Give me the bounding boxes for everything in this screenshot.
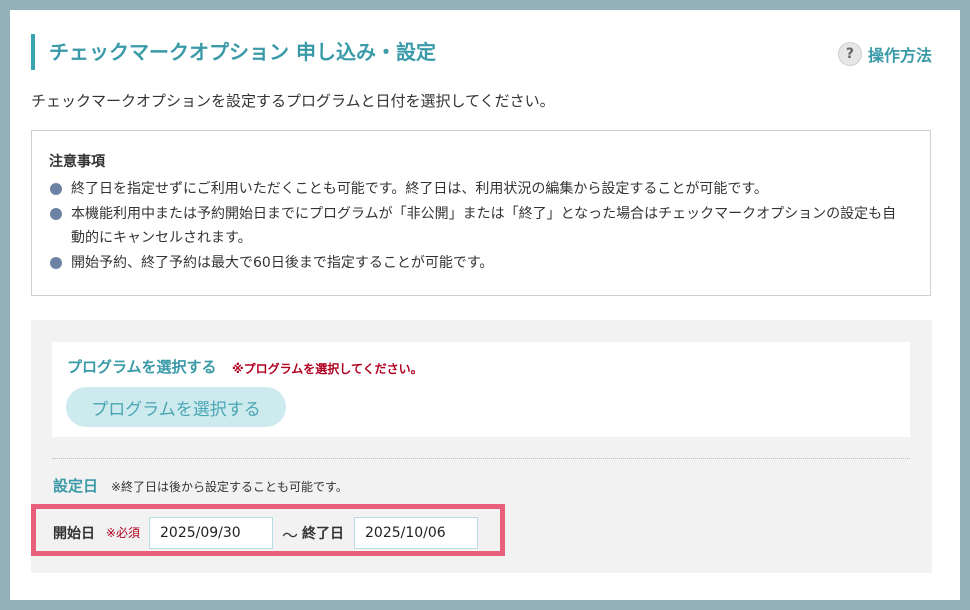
date-section-note: ※終了日は後から設定することも可能です。 [111, 480, 348, 494]
main-panel: チェックマークオプション 申し込み・設定 ? 操作方法 チェックマークオプション… [10, 10, 960, 600]
notice-item-text: 開始予約、終了予約は最大で60日後まで指定することが可能です。 [71, 255, 494, 271]
page-description: チェックマークオプションを設定するプログラムと日付を選択してください。 [31, 92, 555, 110]
program-section: プログラムを選択する ※プログラムを選択してください。 プログラムを選択する [52, 342, 910, 437]
end-date-label: 終了日 [302, 526, 344, 542]
settings-area: プログラムを選択する ※プログラムを選択してください。 プログラムを選択する 設… [31, 320, 932, 573]
date-separator: 〜 [282, 526, 299, 545]
date-range-row: 開始日 ※必須 2025/09/30 〜 終了日 2025/10/06 [31, 504, 505, 556]
notice-item: 終了日を指定せずにご利用いただくことも可能です。終了日は、利用状況の編集から設定… [49, 177, 914, 201]
date-section-title: 設定日 [53, 477, 99, 495]
bullet-icon [50, 257, 62, 269]
required-badge: ※必須 [106, 526, 141, 540]
start-date-label: 開始日 [53, 526, 95, 542]
notice-list: 終了日を指定せずにご利用いただくことも可能です。終了日は、利用状況の編集から設定… [49, 177, 914, 275]
end-date-input[interactable]: 2025/10/06 [354, 517, 478, 549]
page-title: チェックマークオプション 申し込み・設定 [31, 34, 436, 70]
bullet-icon [50, 208, 62, 220]
notice-box: 注意事項 終了日を指定せずにご利用いただくことも可能です。終了日は、利用状況の編… [31, 130, 931, 296]
select-program-button[interactable]: プログラムを選択する [66, 387, 286, 427]
question-icon: ? [837, 42, 862, 66]
program-error-message: ※プログラムを選択してください。 [232, 362, 423, 376]
notice-item: 本機能利用中または予約開始日までにプログラムが「非公開」または「終了」となった場… [49, 202, 901, 250]
help-label: 操作方法 [867, 46, 932, 65]
notice-item-text: 本機能利用中または予約開始日までにプログラムが「非公開」または「終了」となった場… [71, 206, 897, 246]
notice-item: 開始予約、終了予約は最大で60日後まで指定することが可能です。 [49, 251, 914, 275]
help-link[interactable]: ? 操作方法 [837, 42, 932, 66]
bullet-icon [50, 183, 62, 195]
notice-title: 注意事項 [49, 154, 105, 170]
start-date-input[interactable]: 2025/09/30 [149, 517, 273, 549]
divider [52, 458, 910, 459]
notice-item-text: 終了日を指定せずにご利用いただくことも可能です。終了日は、利用状況の編集から設定… [71, 181, 768, 197]
program-section-title: プログラムを選択する [67, 358, 217, 376]
